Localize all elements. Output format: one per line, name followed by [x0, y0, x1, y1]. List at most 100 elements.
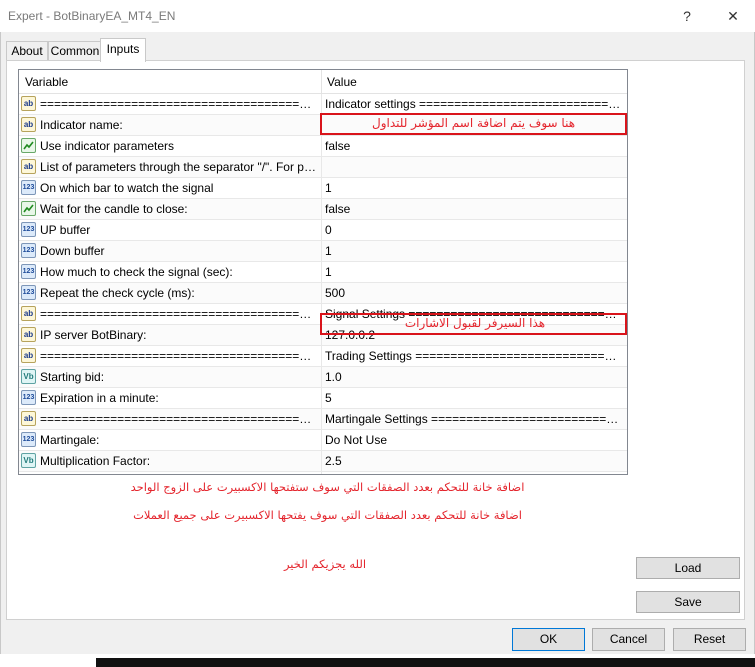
- variable-name: Starting bid:: [40, 370, 105, 384]
- cell-divider: [321, 220, 322, 240]
- variable-name: Wait for the candle to close:: [40, 202, 188, 216]
- variable-name: Down buffer: [40, 244, 105, 258]
- cell-divider: [321, 430, 322, 450]
- table-row[interactable]: 123 Repeat the check cycle (ms): 500: [19, 283, 627, 304]
- cell-divider: [321, 94, 322, 114]
- table-row[interactable]: ab ======================================…: [19, 94, 627, 115]
- note-thanks: الله يجزيكم الخير: [283, 557, 367, 571]
- value-cell[interactable]: 0: [325, 220, 623, 240]
- table-row[interactable]: ab ======================================…: [19, 346, 627, 367]
- variable-name: How much to check the signal (sec):: [40, 265, 233, 279]
- grid-header: Variable Value: [19, 70, 627, 94]
- cell-divider: [321, 178, 322, 198]
- string-icon: ab: [21, 327, 36, 342]
- variable-name: Indicator name:: [40, 118, 123, 132]
- cell-divider: [321, 199, 322, 219]
- cell-divider: [321, 388, 322, 408]
- variable-name: ========================================…: [40, 412, 318, 426]
- variable-name: Repeat the check cycle (ms):: [40, 286, 195, 300]
- variable-column-header[interactable]: Variable: [19, 70, 315, 93]
- value-cell[interactable]: 2.5: [325, 451, 623, 471]
- title-bar: Expert - BotBinaryEA_MT4_EN ? ✕: [0, 0, 755, 32]
- double-icon: Vb: [21, 369, 36, 384]
- variable-name: Expiration in a minute:: [40, 391, 159, 405]
- value-cell[interactable]: 500: [325, 283, 623, 303]
- cell-divider: [321, 157, 322, 177]
- value-cell[interactable]: 1.0: [325, 367, 623, 387]
- cell-divider: [321, 367, 322, 387]
- integer-icon: 123: [21, 264, 36, 279]
- window-title: Expert - BotBinaryEA_MT4_EN: [8, 9, 176, 23]
- table-row[interactable]: 123 Expiration in a minute: 5: [19, 388, 627, 409]
- table-row[interactable]: 123 On which bar to watch the signal 1: [19, 178, 627, 199]
- variable-name: On which bar to watch the signal: [40, 181, 214, 195]
- cell-divider: [321, 409, 322, 429]
- table-row[interactable]: 123 Martingale: Do Not Use: [19, 430, 627, 451]
- indicator-name-note: هنا سوف يتم اضافة اسم المؤشر للتداول: [371, 116, 576, 130]
- tab-common[interactable]: Common: [48, 41, 102, 61]
- value-column-header[interactable]: Value: [321, 70, 617, 93]
- server-note: هذا السيرفر لقبول الاشارات: [404, 316, 546, 330]
- value-cell[interactable]: [325, 157, 623, 177]
- value-cell[interactable]: Trading Settings =======================…: [325, 346, 623, 366]
- table-row[interactable]: Vb Starting bid: 1.0: [19, 367, 627, 388]
- value-cell[interactable]: false: [325, 136, 623, 156]
- table-row[interactable]: ab List of parameters through the separat…: [19, 157, 627, 178]
- reset-button[interactable]: Reset: [673, 628, 746, 651]
- boolean-icon: [21, 201, 36, 216]
- variable-name: Number of steps:: [40, 472, 318, 474]
- string-icon: ab: [21, 96, 36, 111]
- integer-icon: 123: [21, 432, 36, 447]
- table-row[interactable]: 123 Number of steps: 1: [19, 472, 627, 475]
- value-cell[interactable]: 1: [325, 262, 623, 282]
- load-button[interactable]: Load: [636, 557, 740, 579]
- tab-inputs[interactable]: Inputs: [100, 38, 146, 62]
- variable-name: Martingale:: [40, 433, 100, 447]
- table-row[interactable]: 123 How much to check the signal (sec): 1: [19, 262, 627, 283]
- table-row[interactable]: 123 Down buffer 1: [19, 241, 627, 262]
- value-cell[interactable]: 1: [325, 241, 623, 261]
- cell-divider: [321, 262, 322, 282]
- variable-name: Multiplication Factor:: [40, 454, 151, 468]
- tab-about[interactable]: About: [6, 41, 48, 61]
- table-row[interactable]: Vb Multiplication Factor: 2.5: [19, 451, 627, 472]
- variable-name: UP buffer: [40, 223, 91, 237]
- cell-divider: [321, 346, 322, 366]
- boolean-icon: [21, 138, 36, 153]
- cell-divider: [321, 451, 322, 471]
- table-row[interactable]: 123 UP buffer 0: [19, 220, 627, 241]
- table-row[interactable]: Wait for the candle to close: false: [19, 199, 627, 220]
- value-cell[interactable]: 1: [325, 178, 623, 198]
- string-icon: ab: [21, 348, 36, 363]
- table-row[interactable]: ab ======================================…: [19, 409, 627, 430]
- integer-icon: 123: [21, 222, 36, 237]
- string-icon: ab: [21, 117, 36, 132]
- variable-name: ========================================…: [40, 307, 318, 321]
- variable-name: ========================================…: [40, 349, 318, 363]
- cancel-button[interactable]: Cancel: [592, 628, 665, 651]
- table-row[interactable]: Use indicator parameters false: [19, 136, 627, 157]
- cell-divider: [321, 472, 322, 474]
- string-icon: ab: [21, 306, 36, 321]
- value-cell[interactable]: 1: [325, 472, 623, 474]
- value-cell[interactable]: Do Not Use: [325, 430, 623, 450]
- value-cell[interactable]: 5: [325, 388, 623, 408]
- value-cell[interactable]: Indicator settings =====================…: [325, 94, 623, 114]
- variable-name: Use indicator parameters: [40, 139, 175, 153]
- grid-rows: ab ======================================…: [19, 94, 627, 475]
- double-icon: Vb: [21, 453, 36, 468]
- string-icon: ab: [21, 411, 36, 426]
- save-button[interactable]: Save: [636, 591, 740, 613]
- integer-icon: 123: [21, 390, 36, 405]
- ok-button[interactable]: OK: [512, 628, 585, 651]
- note-trades-all-pairs: اضافة خانة للتحكم بعدد الصفقات التي سوف …: [133, 508, 522, 522]
- variable-name: ========================================…: [40, 97, 318, 111]
- value-cell[interactable]: Martingale Settings ====================…: [325, 409, 623, 429]
- value-cell[interactable]: false: [325, 199, 623, 219]
- close-icon[interactable]: ✕: [718, 4, 748, 28]
- help-icon[interactable]: ?: [672, 4, 702, 28]
- integer-icon: 123: [21, 474, 36, 475]
- cell-divider: [321, 136, 322, 156]
- variable-name: IP server BotBinary:: [40, 328, 147, 342]
- cell-divider: [321, 241, 322, 261]
